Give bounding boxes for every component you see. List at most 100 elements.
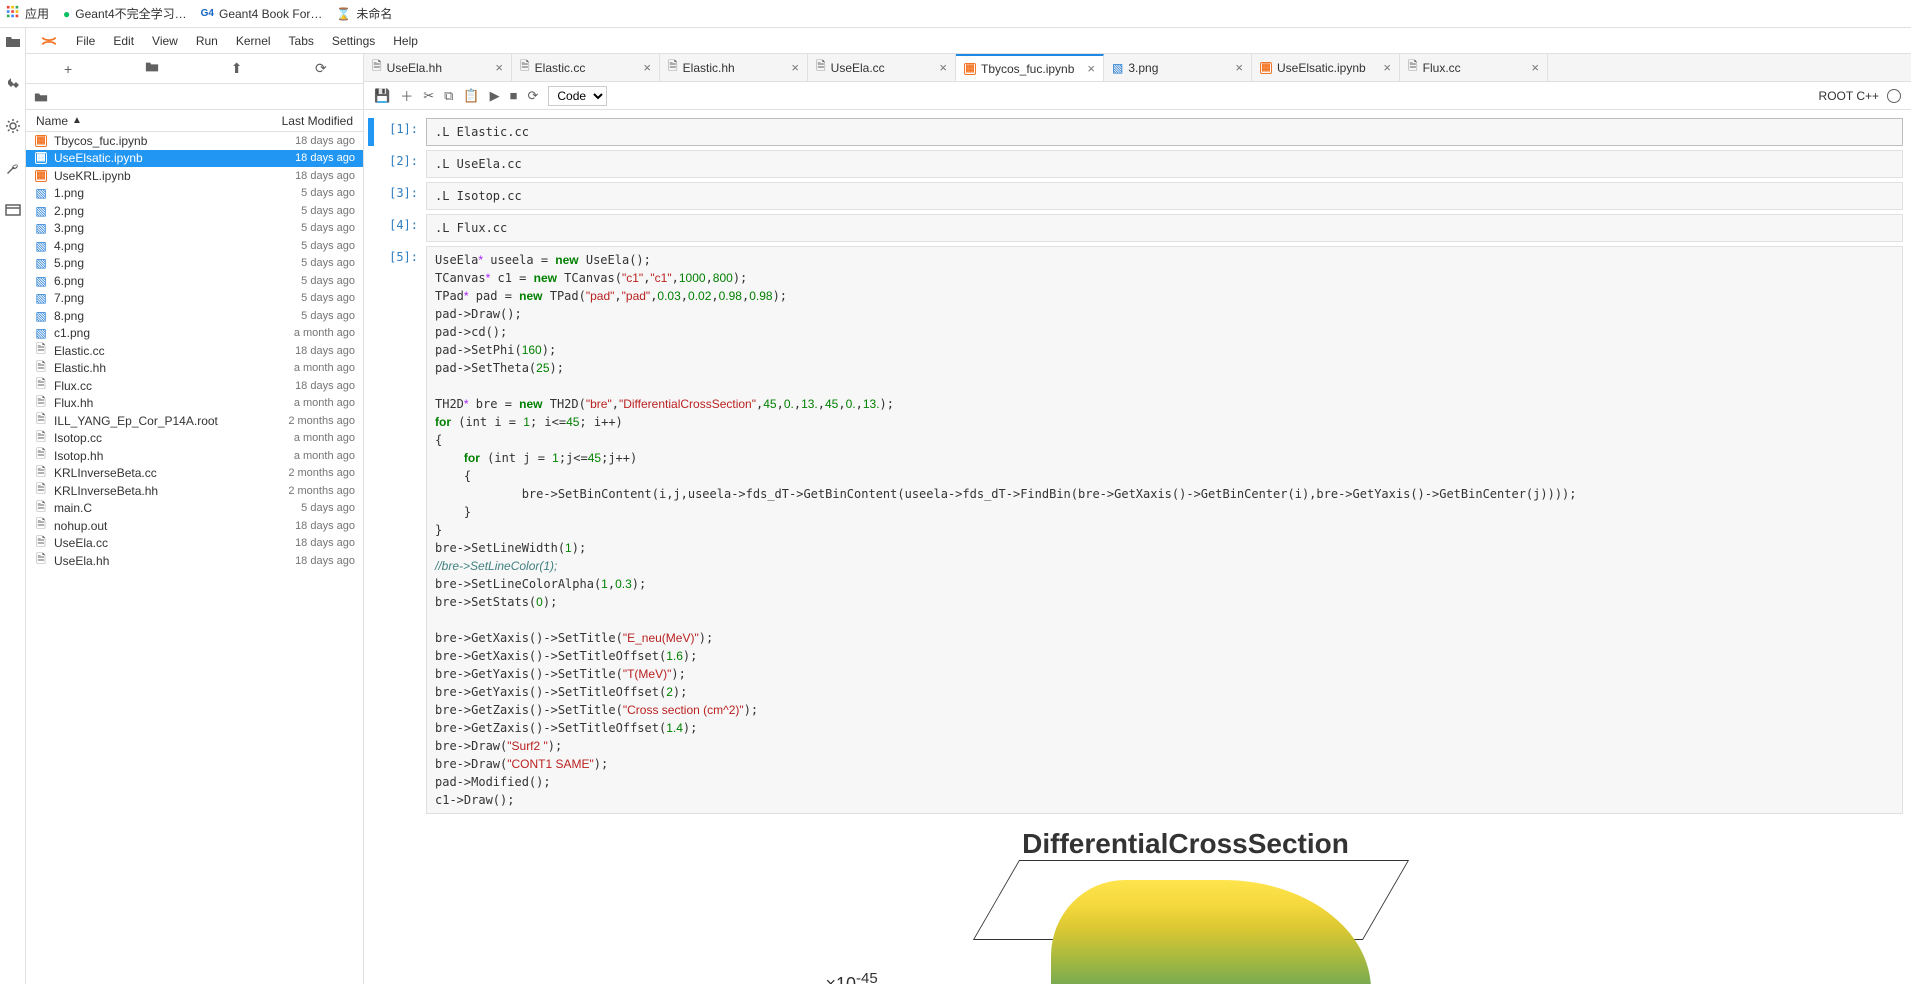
- file-row[interactable]: ▦UseKRL.ipynb18 days ago: [26, 167, 363, 185]
- close-icon[interactable]: ×: [1383, 60, 1391, 75]
- close-icon[interactable]: ×: [1531, 60, 1539, 75]
- chart-3d-surface: ×10-45: [846, 880, 1486, 984]
- file-row[interactable]: ▧6.png5 days ago: [26, 272, 363, 290]
- apps-button[interactable]: 应用: [6, 5, 49, 22]
- prompt: [3]:: [374, 182, 426, 210]
- image-icon: ▧: [35, 204, 46, 218]
- wechat-icon: ●: [63, 7, 70, 21]
- document-tab[interactable]: 🗎UseEla.hh×: [364, 54, 512, 81]
- file-name: UseElsatic.ipynb: [54, 151, 143, 165]
- cell-source[interactable]: .L Flux.cc: [426, 214, 1903, 242]
- kernel-status-icon[interactable]: [1887, 89, 1901, 103]
- file-modified: 5 days ago: [301, 292, 355, 304]
- close-icon[interactable]: ×: [1087, 61, 1095, 76]
- file-row[interactable]: ▧1.png5 days ago: [26, 185, 363, 203]
- file-row[interactable]: 🗎UseEla.hh18 days ago: [26, 552, 363, 570]
- file-toolbar: + ⬆ ⟳: [26, 54, 363, 84]
- document-tab[interactable]: 🗎Elastic.cc×: [512, 54, 660, 81]
- apps-icon: [6, 5, 20, 22]
- bookmark-untitled[interactable]: ⌛ 未命名: [336, 5, 392, 22]
- run-icon[interactable]: ▶: [490, 88, 500, 104]
- file-modified: 18 days ago: [295, 555, 355, 567]
- file-name: ILL_YANG_Ep_Cor_P14A.root: [54, 414, 218, 428]
- image-icon: ▧: [35, 326, 46, 340]
- save-icon[interactable]: 💾: [374, 88, 390, 104]
- close-icon[interactable]: ×: [791, 60, 799, 75]
- menu-help[interactable]: Help: [393, 34, 418, 48]
- file-row[interactable]: ▦UseElsatic.ipynb18 days ago: [26, 150, 363, 168]
- file-row[interactable]: ▧3.png5 days ago: [26, 220, 363, 238]
- commands-icon[interactable]: [5, 118, 21, 138]
- close-icon[interactable]: ×: [1235, 60, 1243, 75]
- code-cell-3[interactable]: [3]: .L Isotop.cc: [368, 182, 1903, 210]
- file-row[interactable]: ▧5.png5 days ago: [26, 255, 363, 273]
- new-launcher-icon[interactable]: +: [26, 61, 110, 77]
- file-row[interactable]: ▧7.png5 days ago: [26, 290, 363, 308]
- bookmark-geant4-learn[interactable]: ● Geant4不完全学习…: [63, 5, 187, 22]
- file-modified: 5 days ago: [301, 240, 355, 252]
- image-icon: ▧: [35, 256, 46, 270]
- cell-type-select[interactable]: Code: [548, 86, 607, 106]
- column-modified[interactable]: Last Modified: [282, 114, 353, 128]
- file-modified: 2 months ago: [288, 485, 355, 497]
- cell-source[interactable]: .L Elastic.cc: [426, 118, 1903, 146]
- notebook-toolbar: 💾 ＋ ✂ ⧉ 📋 ▶ ■ ⟳ Code ROOT C++: [364, 82, 1911, 110]
- menu-run[interactable]: Run: [196, 34, 218, 48]
- file-name: UseEla.hh: [54, 554, 109, 568]
- running-icon[interactable]: [5, 76, 21, 96]
- file-modified: a month ago: [294, 362, 355, 374]
- cell-source[interactable]: .L Isotop.cc: [426, 182, 1903, 210]
- bookmark-geant4-book[interactable]: G4 Geant4 Book For…: [201, 7, 323, 21]
- close-icon[interactable]: ×: [495, 60, 503, 75]
- copy-icon[interactable]: ⧉: [444, 88, 453, 104]
- build-icon[interactable]: [5, 160, 21, 180]
- new-folder-icon[interactable]: [110, 60, 194, 77]
- menu-kernel[interactable]: Kernel: [236, 34, 271, 48]
- column-name[interactable]: Name ▲: [36, 114, 82, 128]
- breadcrumb[interactable]: [26, 84, 363, 110]
- file-row[interactable]: ▦Tbycos_fuc.ipynb18 days ago: [26, 132, 363, 150]
- file-list-header: Name ▲ Last Modified: [26, 110, 363, 132]
- cut-icon[interactable]: ✂: [423, 88, 434, 104]
- activity-rail: [0, 28, 26, 984]
- document-tab[interactable]: ▦Tbycos_fuc.ipynb×: [956, 54, 1104, 81]
- close-icon[interactable]: ×: [643, 60, 651, 75]
- cell-source[interactable]: .L UseEla.cc: [426, 150, 1903, 178]
- document-tab[interactable]: ▧3.png×: [1104, 54, 1252, 81]
- stop-icon[interactable]: ■: [510, 88, 518, 103]
- file-name: c1.png: [54, 326, 90, 340]
- upload-icon[interactable]: ⬆: [195, 60, 279, 77]
- kernel-name[interactable]: ROOT C++: [1819, 89, 1879, 103]
- notebook-cells: [1]: .L Elastic.cc [2]: .L UseEla.cc [3]…: [364, 110, 1911, 984]
- menu-tabs[interactable]: Tabs: [289, 34, 314, 48]
- document-tab[interactable]: ▦UseElsatic.ipynb×: [1252, 54, 1400, 81]
- code-cell-5[interactable]: [5]: UseEla* useela = new UseEla(); TCan…: [368, 246, 1903, 814]
- folder-icon[interactable]: [5, 34, 21, 54]
- code-cell-1[interactable]: [1]: .L Elastic.cc: [368, 118, 1903, 146]
- restart-icon[interactable]: ⟳: [527, 88, 538, 104]
- image-icon: ▧: [35, 274, 46, 288]
- code-cell-2[interactable]: [2]: .L UseEla.cc: [368, 150, 1903, 178]
- image-icon: ▧: [1112, 61, 1123, 75]
- file-row[interactable]: ▧4.png5 days ago: [26, 237, 363, 255]
- insert-cell-icon[interactable]: ＋: [400, 86, 413, 105]
- menu-edit[interactable]: Edit: [113, 34, 134, 48]
- document-tab[interactable]: 🗎Elastic.hh×: [660, 54, 808, 81]
- tabs-icon[interactable]: [5, 202, 21, 222]
- document-tab[interactable]: 🗎Flux.cc×: [1400, 54, 1548, 81]
- file-row[interactable]: ▧2.png5 days ago: [26, 202, 363, 220]
- code-cell-4[interactable]: [4]: .L Flux.cc: [368, 214, 1903, 242]
- file-icon: 🗎: [816, 57, 826, 78]
- menu-view[interactable]: View: [152, 34, 178, 48]
- cell-source[interactable]: UseEla* useela = new UseEla(); TCanvas* …: [426, 246, 1903, 814]
- close-icon[interactable]: ×: [939, 60, 947, 75]
- file-list: ▦Tbycos_fuc.ipynb18 days ago▦UseElsatic.…: [26, 132, 363, 570]
- refresh-icon[interactable]: ⟳: [279, 60, 363, 77]
- document-tab[interactable]: 🗎UseEla.cc×: [808, 54, 956, 81]
- paste-icon[interactable]: 📋: [463, 88, 479, 104]
- file-row[interactable]: ▧8.png5 days ago: [26, 307, 363, 325]
- menu-settings[interactable]: Settings: [332, 34, 375, 48]
- file-modified: a month ago: [294, 327, 355, 339]
- menu-file[interactable]: File: [76, 34, 95, 48]
- prompt: [1]:: [374, 118, 426, 146]
